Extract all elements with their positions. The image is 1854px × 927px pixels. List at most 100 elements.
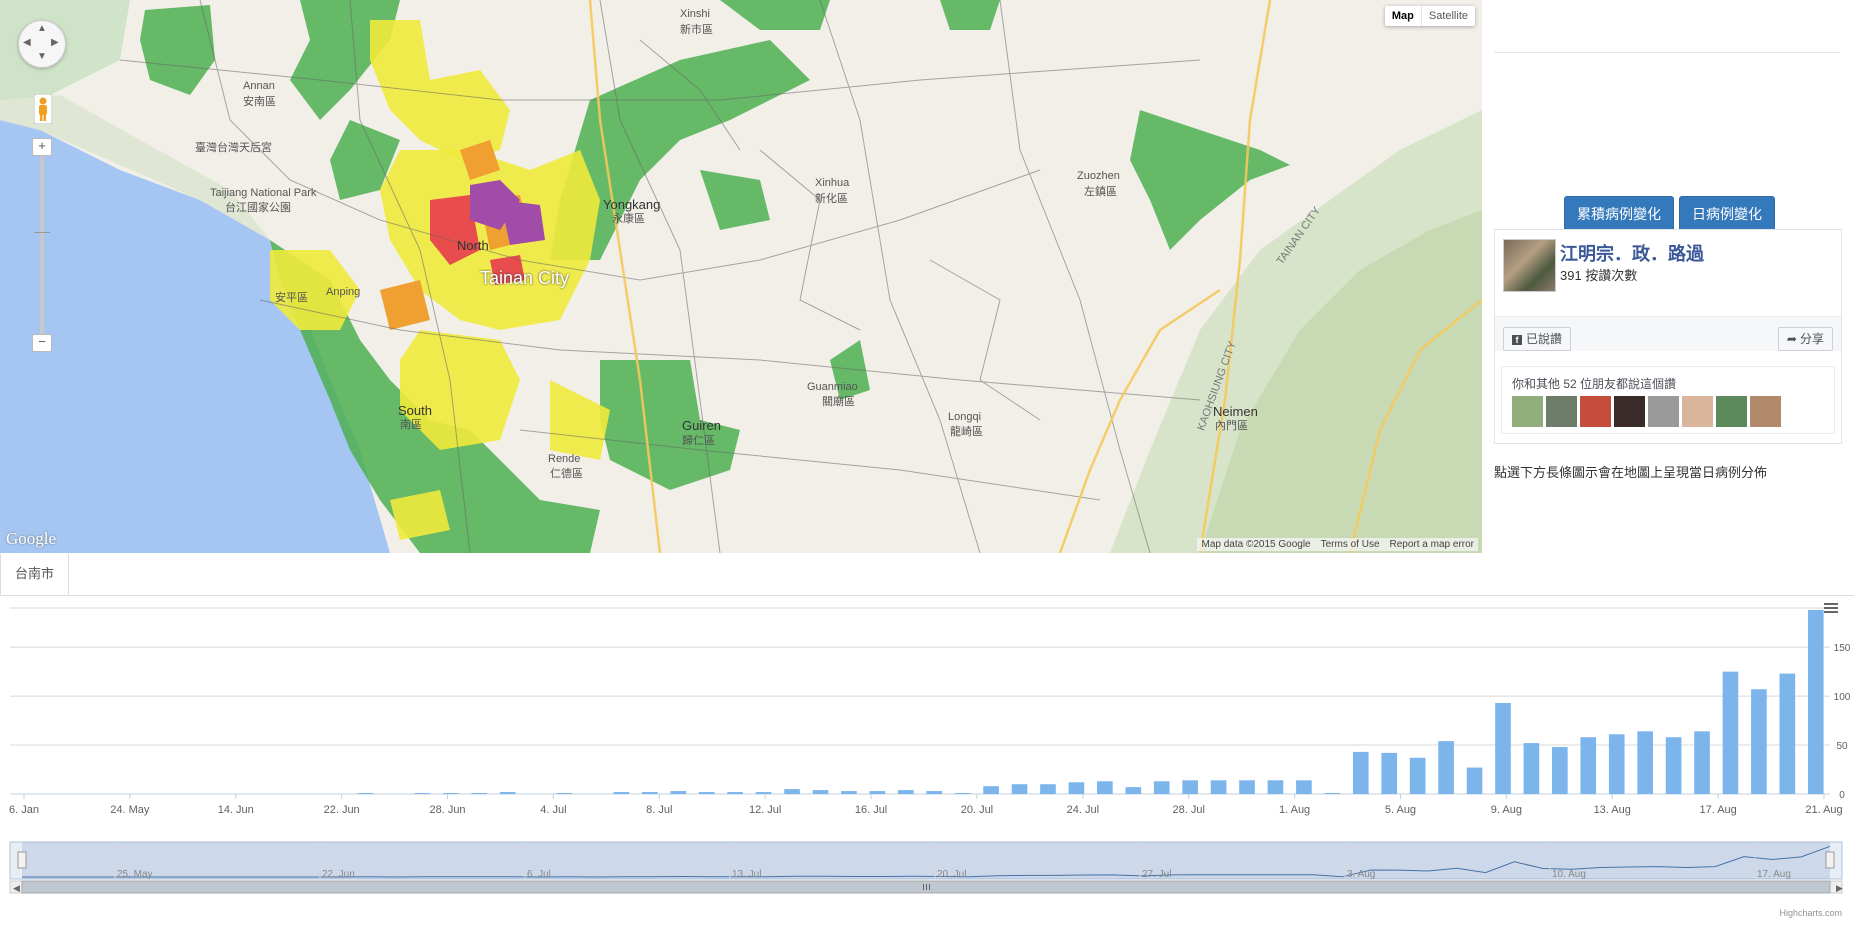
chart-bar[interactable]	[1381, 752, 1398, 794]
daily-cases-button[interactable]: 日病例變化	[1679, 196, 1775, 232]
map-type-satellite-button[interactable]: Satellite	[1420, 6, 1475, 26]
dengue-map[interactable]: Xinshi 新市區 Annan 安南區 臺灣台灣天后宮 Taijiang Na…	[0, 0, 1482, 553]
chart-bar[interactable]	[442, 793, 459, 794]
chart-bar[interactable]	[1637, 731, 1653, 794]
friend-avatar[interactable]	[1750, 396, 1781, 427]
chart-bar[interactable]	[670, 791, 687, 794]
zoom-in-button[interactable]: +	[32, 138, 52, 156]
chart-bar[interactable]	[1182, 780, 1198, 794]
chart-bar[interactable]	[1552, 747, 1568, 794]
x-tick-label: 21. Aug	[1805, 804, 1842, 816]
chart-bar[interactable]	[869, 791, 886, 794]
chart-bar[interactable]	[1807, 609, 1824, 794]
page-avatar[interactable]	[1503, 239, 1556, 292]
chart-bar[interactable]	[1580, 737, 1597, 794]
chart-bar[interactable]	[1153, 781, 1170, 794]
chart-bar[interactable]	[1466, 767, 1483, 794]
map-type-map-button[interactable]: Map	[1385, 6, 1421, 26]
chart-bar[interactable]	[1239, 780, 1255, 794]
chart-bar[interactable]	[471, 793, 488, 794]
sidebar: 累積病例變化 日病例變化 江明宗．政．路過 391 按讚次數 f 已說讚 ➦ 分享 …	[1494, 0, 1842, 553]
map-label: Xinshi	[680, 8, 710, 20]
x-tick-label: 6. Jan	[9, 804, 39, 816]
pan-control[interactable]: ▲ ◀ ▶ ▼	[18, 20, 66, 68]
chart-bar[interactable]	[642, 792, 658, 794]
chart-bar[interactable]	[698, 792, 715, 794]
friend-avatar[interactable]	[1580, 396, 1611, 427]
friend-avatar[interactable]	[1614, 396, 1645, 427]
report-map-error-link[interactable]: Report a map error	[1390, 539, 1474, 550]
zoom-slider-track[interactable]	[40, 140, 44, 350]
export-menu-icon[interactable]	[1824, 603, 1838, 605]
chart-bar[interactable]	[1125, 787, 1142, 794]
chart-bar[interactable]	[983, 786, 999, 794]
chart-bar[interactable]	[1608, 734, 1625, 794]
share-button[interactable]: ➦ 分享	[1777, 327, 1833, 351]
export-menu-icon[interactable]	[1824, 611, 1838, 613]
cumulative-cases-button[interactable]: 累積病例變化	[1564, 196, 1674, 232]
friend-avatar[interactable]	[1546, 396, 1577, 427]
navigator-label: 25. May	[117, 869, 153, 880]
terms-of-use-link[interactable]: Terms of Use	[1321, 539, 1380, 550]
street-view-pegman-icon[interactable]	[34, 94, 52, 124]
chart-bar[interactable]	[1694, 731, 1710, 794]
chart-bar[interactable]	[556, 793, 573, 794]
chart-bar[interactable]	[1751, 689, 1767, 794]
chart-bar[interactable]	[1495, 702, 1511, 794]
chart-bar[interactable]	[414, 793, 431, 794]
pan-left-icon[interactable]: ◀	[23, 37, 31, 48]
chart-bar[interactable]	[1011, 784, 1028, 794]
highcharts-credits[interactable]: Highcharts.com	[1779, 908, 1842, 918]
x-tick-label: 16. Jul	[855, 804, 887, 816]
zoom-out-button[interactable]: −	[32, 334, 52, 352]
chart-bar[interactable]	[1097, 781, 1113, 794]
chart-bar[interactable]	[613, 792, 630, 794]
navigator-handle[interactable]	[17, 851, 27, 869]
page-name-link[interactable]: 江明宗．政．路過	[1560, 240, 1704, 266]
chart-bar[interactable]	[1665, 737, 1682, 794]
liked-button[interactable]: f 已說讚	[1503, 327, 1572, 351]
x-tick-label: 5. Aug	[1385, 804, 1416, 816]
chart-bar[interactable]	[954, 793, 971, 794]
friend-avatar[interactable]	[1648, 396, 1679, 427]
chart-bar[interactable]	[1040, 784, 1056, 794]
map-label: North	[457, 238, 489, 253]
chart-bar[interactable]	[1267, 780, 1284, 794]
chart-bar[interactable]	[1779, 673, 1796, 794]
chart-bar[interactable]	[1324, 793, 1341, 794]
chart-bar[interactable]	[1523, 743, 1540, 794]
export-menu-icon[interactable]	[1824, 607, 1838, 609]
chart-bar[interactable]	[897, 790, 914, 794]
chart-bar[interactable]	[499, 792, 516, 794]
friend-avatar[interactable]	[1682, 396, 1713, 427]
chart-bar[interactable]	[755, 792, 772, 794]
scroll-right-arrow-icon[interactable]: ▶	[1836, 884, 1843, 894]
pan-down-icon[interactable]: ▼	[37, 51, 47, 62]
chart-bar[interactable]	[926, 791, 943, 794]
pan-right-icon[interactable]: ▶	[51, 37, 59, 48]
chart-bar[interactable]	[1296, 780, 1312, 794]
scroll-left-arrow-icon[interactable]: ◀	[13, 884, 20, 894]
chart-bar[interactable]	[1068, 782, 1085, 794]
facebook-icon: f	[1512, 335, 1522, 345]
friend-avatar[interactable]	[1512, 396, 1543, 427]
map-label: 永康區	[612, 213, 645, 225]
city-tabs: 台南市	[0, 554, 1854, 596]
chart-bar[interactable]	[1210, 780, 1227, 794]
friend-avatar[interactable]	[1716, 396, 1747, 427]
pan-up-icon[interactable]: ▲	[37, 23, 47, 34]
chart-bar[interactable]	[357, 793, 374, 794]
chart-bar[interactable]	[1409, 757, 1426, 794]
chart-bar[interactable]	[1438, 741, 1454, 794]
chart-bar[interactable]	[1352, 751, 1369, 794]
tab-tainan[interactable]: 台南市	[0, 554, 70, 595]
navigator-handle[interactable]	[1825, 851, 1835, 869]
chart-bar[interactable]	[841, 791, 857, 794]
map-canvas[interactable]	[0, 0, 1482, 553]
chart-bar[interactable]	[784, 789, 800, 794]
chart-bar[interactable]	[727, 792, 743, 794]
zoom-level-tick	[34, 232, 50, 233]
chart-bar[interactable]	[1722, 671, 1739, 794]
chart-bar[interactable]	[812, 790, 829, 794]
x-tick-label: 24. May	[110, 804, 150, 816]
